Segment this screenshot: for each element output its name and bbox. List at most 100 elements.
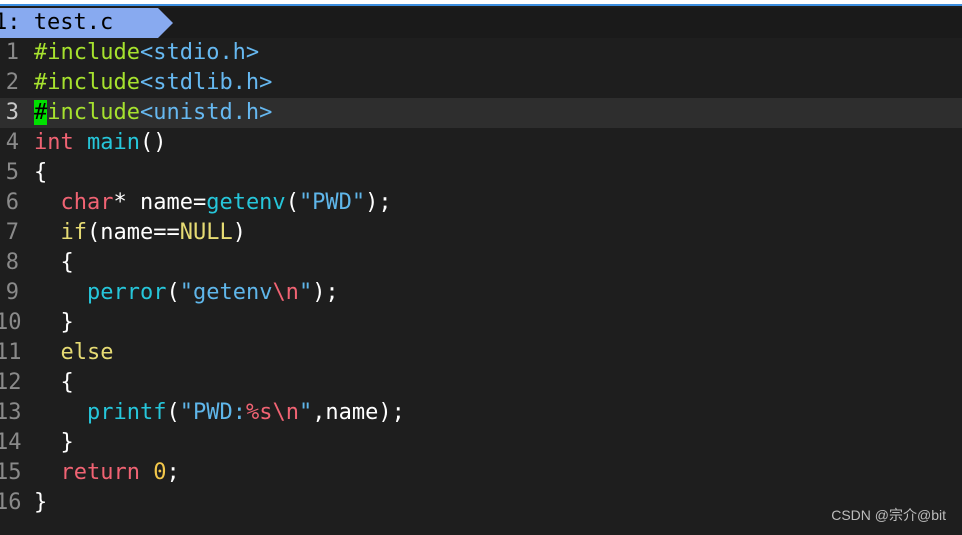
- code-text: {: [34, 158, 47, 188]
- code-token: (: [166, 400, 180, 425]
- code-text: }: [34, 428, 73, 458]
- code-line[interactable]: 1 #include<stdio.h>: [0, 38, 962, 68]
- vim-tabline: 1: test.c: [0, 8, 962, 38]
- line-number: 3: [5, 100, 19, 125]
- code-text: #include<stdlib.h>: [34, 68, 272, 98]
- code-line[interactable]: 13 printf("PWD:%s\n",name);: [0, 398, 962, 428]
- line-number: 9: [5, 280, 19, 305]
- code-line[interactable]: 10 }: [0, 308, 962, 338]
- code-text: #include<unistd.h>: [34, 98, 272, 128]
- code-token: "PWD": [298, 190, 366, 215]
- line-number: 16: [0, 490, 22, 515]
- code-line[interactable]: 2 #include<stdlib.h>: [0, 68, 962, 98]
- tab-arrow-icon: [158, 8, 173, 38]
- line-number: 13: [0, 400, 22, 425]
- code-token: <unistd.h>: [139, 100, 273, 125]
- code-line[interactable]: 11 else: [0, 338, 962, 368]
- line-number: 11: [0, 340, 22, 365]
- code-token: 0: [153, 460, 167, 485]
- tab-test-c[interactable]: 1: test.c: [0, 8, 158, 38]
- line-number: 4: [5, 130, 19, 155]
- code-line[interactable]: 5{: [0, 158, 962, 188]
- code-text: int main(): [34, 128, 166, 158]
- code-token: );: [312, 280, 339, 305]
- code-token: }: [34, 310, 74, 335]
- code-token: return: [60, 460, 140, 485]
- code-token: include: [47, 100, 140, 125]
- line-number: 8: [5, 250, 19, 275]
- line-number: 15: [0, 460, 22, 485]
- code-token: ): [232, 220, 246, 245]
- code-text: return 0;: [34, 458, 180, 488]
- code-token: {: [34, 370, 74, 395]
- code-token: perror: [86, 280, 167, 305]
- tab-label: 1: test.c: [0, 10, 114, 35]
- code-text: printf("PWD:%s\n",name);: [34, 398, 405, 428]
- code-token: int: [34, 130, 74, 155]
- code-token: %s\n: [245, 400, 299, 425]
- code-token: ": [298, 280, 313, 305]
- line-number: 2: [5, 70, 19, 95]
- code-token: else: [60, 340, 114, 365]
- code-line[interactable]: 14 }: [0, 428, 962, 458]
- code-text: }: [34, 308, 74, 338]
- line-number: 5: [5, 160, 19, 185]
- code-token: {: [34, 250, 74, 275]
- code-token: printf: [86, 400, 167, 425]
- code-token: * name=: [113, 190, 207, 215]
- code-token: }: [34, 490, 48, 515]
- code-token: \n: [272, 280, 299, 305]
- code-token: NULL: [179, 220, 233, 245]
- code-text: perror("getenv\n");: [34, 278, 339, 308]
- code-line[interactable]: 7 if(name==NULL): [0, 218, 962, 248]
- code-token: #include: [34, 70, 140, 95]
- code-token: if: [60, 220, 88, 245]
- code-token: (: [285, 190, 299, 215]
- code-editor[interactable]: 1 #include<stdio.h> 2 #include<stdlib.h> 3 #i…: [0, 38, 962, 518]
- code-token: );: [365, 190, 392, 215]
- code-line[interactable]: 8 {: [0, 248, 962, 278]
- code-token: ": [298, 400, 313, 425]
- code-token: ,name);: [312, 400, 405, 425]
- code-token: #include: [34, 40, 140, 65]
- current-code-line[interactable]: 3 #include<unistd.h>: [0, 98, 962, 128]
- code-text: #include<stdio.h>: [34, 38, 259, 68]
- code-text: else: [34, 338, 114, 368]
- code-text: {: [34, 248, 74, 278]
- line-number: 7: [5, 220, 19, 245]
- code-token: <stdlib.h>: [139, 70, 273, 95]
- code-line[interactable]: 15 return 0;: [0, 458, 962, 488]
- code-token: getenv: [206, 190, 286, 215]
- code-token: "PWD:: [179, 400, 246, 425]
- code-line[interactable]: 12 {: [0, 368, 962, 398]
- code-token: "getenv: [179, 280, 273, 305]
- code-line[interactable]: 6 char* name=getenv("PWD");: [0, 188, 962, 218]
- code-line[interactable]: 16}: [0, 488, 962, 518]
- code-token: {: [34, 160, 48, 185]
- watermark: CSDN @宗介@bit: [831, 507, 946, 523]
- code-token: (): [139, 130, 167, 155]
- code-text: if(name==NULL): [34, 218, 246, 248]
- code-line[interactable]: 9 perror("getenv\n");: [0, 278, 962, 308]
- code-token: <stdio.h>: [139, 40, 260, 65]
- code-token: (: [166, 280, 180, 305]
- text-cursor: #: [34, 100, 48, 125]
- line-number: 6: [5, 190, 19, 215]
- code-line[interactable]: 4 int main(): [0, 128, 962, 158]
- line-number: 14: [0, 430, 22, 455]
- line-number: 1: [5, 40, 19, 65]
- code-token: (name==: [87, 220, 180, 245]
- line-number: 10: [0, 310, 22, 335]
- code-text: {: [34, 368, 74, 398]
- line-number: 12: [0, 370, 22, 395]
- code-text: char* name=getenv("PWD");: [34, 188, 392, 218]
- code-text: }: [34, 488, 47, 518]
- code-token: ;: [166, 460, 180, 485]
